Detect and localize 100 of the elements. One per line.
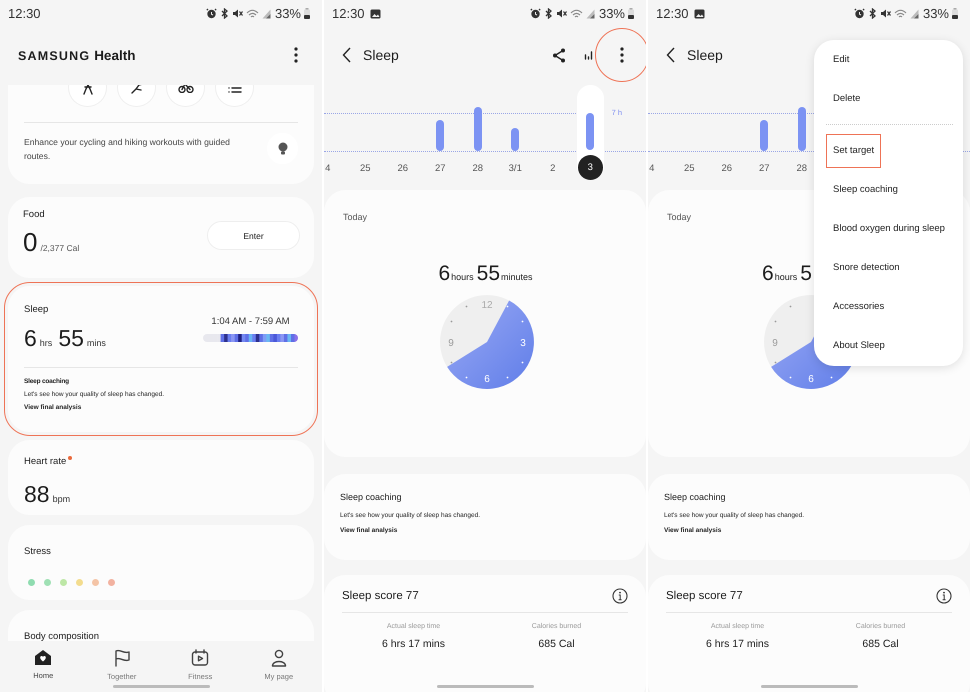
mute-icon bbox=[556, 8, 567, 19]
day-label[interactable]: 2 bbox=[540, 156, 565, 180]
sleep-bar bbox=[798, 107, 806, 151]
mute-icon bbox=[880, 8, 891, 19]
day-label[interactable]: 25 bbox=[677, 156, 702, 180]
day-label[interactable]: 4 bbox=[324, 156, 340, 180]
info-icon[interactable] bbox=[936, 588, 952, 604]
selected-day-highlight[interactable]: 3 bbox=[576, 85, 604, 180]
day-label[interactable]: 27 bbox=[752, 156, 776, 180]
body-composition-card[interactable]: Body composition bbox=[8, 610, 314, 641]
more-icon bbox=[620, 47, 624, 63]
coaching-title: Sleep coaching bbox=[664, 492, 727, 502]
card-title: Body composition bbox=[24, 631, 99, 641]
day-label[interactable]: 28 bbox=[790, 156, 814, 180]
more-icon bbox=[294, 47, 298, 63]
hours-unit: hours bbox=[451, 272, 474, 282]
menu-item[interactable]: Edit bbox=[814, 40, 963, 79]
day-label[interactable]: 26 bbox=[714, 156, 739, 180]
lightbulb-icon bbox=[278, 142, 288, 155]
enter-button[interactable]: Enter bbox=[207, 221, 300, 250]
sleep-minutes: 55 bbox=[58, 325, 84, 351]
sleep-hours: 6 bbox=[24, 325, 37, 351]
battery-icon bbox=[952, 8, 958, 19]
calorie-value: 0 bbox=[23, 228, 38, 256]
stress-card[interactable]: Stress bbox=[8, 525, 314, 600]
list-icon bbox=[228, 85, 242, 92]
day-label[interactable]: 26 bbox=[390, 156, 415, 180]
clock-number: 3 bbox=[520, 338, 526, 349]
bluetooth-icon bbox=[868, 8, 877, 19]
clock-time: 12:30 bbox=[332, 6, 365, 21]
clock-number: 9 bbox=[772, 338, 778, 349]
date-label: Today bbox=[667, 212, 692, 222]
hours-unit: hrs bbox=[40, 338, 52, 348]
menu-item[interactable]: Set target bbox=[826, 134, 882, 168]
card-title: Sleep bbox=[24, 304, 48, 315]
alarm-icon bbox=[530, 8, 541, 19]
back-icon bbox=[666, 47, 675, 63]
day-label[interactable]: 4 bbox=[648, 156, 664, 180]
minutes-unit: minutes bbox=[501, 272, 533, 282]
share-icon bbox=[552, 48, 566, 62]
battery-icon bbox=[628, 8, 634, 19]
minutes-unit: mins bbox=[86, 338, 106, 348]
screen-title: Sleep bbox=[363, 47, 399, 63]
alarm-icon bbox=[206, 8, 217, 19]
sleep-score: Sleep score 77 bbox=[342, 590, 419, 602]
clock-number: 12 bbox=[480, 300, 492, 311]
food-card[interactable]: Food 0/2,377 Cal Enter bbox=[8, 197, 314, 278]
bar-chart-icon bbox=[584, 50, 592, 60]
day-label[interactable]: 3/1 bbox=[503, 156, 528, 180]
signal-icon bbox=[910, 8, 919, 18]
battery-percent: 33% bbox=[274, 6, 301, 21]
sleep-bar bbox=[436, 120, 444, 151]
day-label[interactable]: 3 bbox=[578, 155, 603, 180]
wifi-icon bbox=[570, 8, 583, 18]
day-label[interactable]: 25 bbox=[353, 156, 378, 180]
menu-item[interactable]: Accessories bbox=[814, 287, 963, 326]
screen-title: Sleep bbox=[687, 47, 723, 63]
clock-number: 9 bbox=[448, 338, 454, 349]
runner-icon bbox=[130, 85, 144, 94]
alarm-icon bbox=[854, 8, 865, 19]
mute-icon bbox=[232, 8, 243, 19]
date-label: Today bbox=[343, 212, 368, 222]
menu-item[interactable]: About Sleep bbox=[814, 326, 963, 365]
bluetooth-icon bbox=[544, 8, 553, 19]
signal-icon bbox=[262, 8, 271, 18]
sleep-hours: 6 bbox=[762, 262, 774, 286]
day-label[interactable]: 28 bbox=[466, 156, 490, 180]
menu-item[interactable]: Blood oxygen during sleep bbox=[814, 209, 963, 248]
sleep-hours: 6 bbox=[438, 262, 450, 286]
day-label[interactable]: 27 bbox=[428, 156, 452, 180]
flag-icon bbox=[114, 649, 130, 667]
battery-percent: 33% bbox=[598, 6, 625, 21]
heart-rate-unit: bpm bbox=[52, 494, 70, 504]
info-icon[interactable] bbox=[612, 588, 628, 604]
sleep-bar bbox=[511, 128, 520, 151]
heart-rate-card[interactable]: Heart rate 88 bpm bbox=[8, 440, 314, 515]
stat-value: 685 Cal bbox=[862, 638, 899, 650]
app-logo: SAMSUNG Health bbox=[18, 47, 136, 63]
bluetooth-icon bbox=[220, 8, 229, 19]
sleep-score: Sleep score 77 bbox=[666, 590, 743, 602]
stat-value: 685 Cal bbox=[538, 638, 575, 650]
menu-item[interactable]: Snore detection bbox=[814, 248, 963, 287]
battery-percent: 33% bbox=[922, 6, 949, 21]
back-icon bbox=[342, 47, 351, 63]
stat-value: 6 hrs 17 mins bbox=[706, 638, 770, 650]
stat-value: 6 hrs 17 mins bbox=[382, 638, 446, 650]
image-icon bbox=[694, 8, 705, 18]
wifi-icon bbox=[894, 8, 907, 18]
sleep-minutes: 5 bbox=[800, 262, 812, 286]
tip-text: Enhance your cycling and hiking workouts with guided routes. bbox=[24, 136, 231, 162]
sleep-bar bbox=[586, 113, 594, 150]
menu-item[interactable]: Sleep coaching bbox=[814, 170, 963, 209]
card-title: Stress bbox=[24, 546, 51, 557]
sleep-bar bbox=[760, 120, 768, 151]
battery-icon bbox=[304, 8, 310, 19]
clock-time: 12:30 bbox=[8, 6, 41, 21]
image-icon bbox=[370, 8, 381, 18]
wifi-icon bbox=[246, 8, 259, 18]
home-icon bbox=[34, 649, 52, 666]
menu-item[interactable]: Delete bbox=[814, 79, 963, 118]
